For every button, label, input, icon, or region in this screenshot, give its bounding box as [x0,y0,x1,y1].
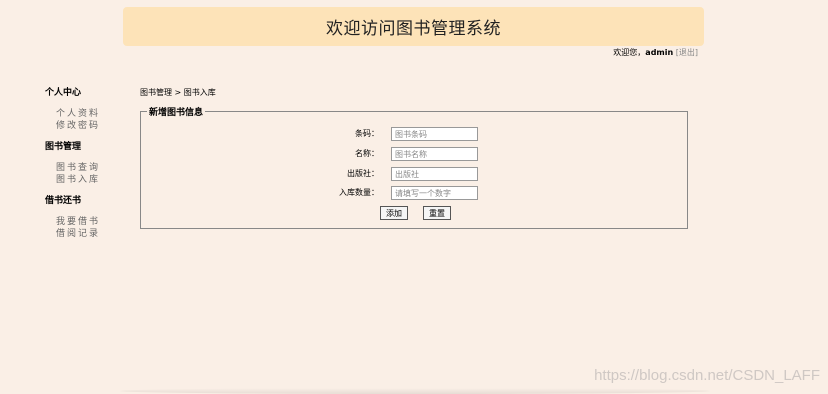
publisher-label: 出版社： [347,169,379,178]
username: admin [645,48,674,57]
publisher-input[interactable] [391,167,478,181]
title-label: 名称： [355,149,379,158]
sidebar-group-personal: 个人中心 个人资料 修改密码 [45,86,125,132]
sidebar-group-borrow: 借书还书 我要借书 借阅记录 [45,194,125,240]
form-row-barcode: 条码： [141,127,687,141]
reset-button[interactable]: 重置 [423,206,451,220]
welcome-bar: 欢迎您，admin [退出] [613,47,698,58]
breadcrumb: 图书管理 > 图书入库 [140,88,216,97]
form-row-quantity: 入库数量： [141,186,687,200]
bottom-shadow [120,388,710,394]
sidebar-item-book-search[interactable]: 图书查询 [45,162,125,174]
sidebar-item-book-stock-in[interactable]: 图书入库 [45,174,125,186]
barcode-input[interactable] [391,127,478,141]
watermark: https://blog.csdn.net/CSDN_LAFF [594,367,820,384]
sidebar: 个人中心 个人资料 修改密码 图书管理 图书查询 图书入库 借书还书 我要借书 … [45,86,125,248]
welcome-text: 欢迎您， [613,48,646,57]
sidebar-heading: 借书还书 [45,196,82,206]
page-header: 欢迎访问图书管理系统 [123,7,704,46]
add-book-form: 新增图书信息 条码： 名称： 出版社： 入库数量： 添加 重置 [140,105,688,229]
sidebar-group-books: 图书管理 图书查询 图书入库 [45,140,125,186]
sidebar-item-borrow-book[interactable]: 我要借书 [45,216,125,228]
app-title: 欢迎访问图书管理系统 [326,19,501,39]
logout-link[interactable]: [退出] [676,48,698,57]
title-input[interactable] [391,147,478,161]
barcode-label: 条码： [355,129,379,138]
sidebar-item-change-password[interactable]: 修改密码 [45,120,125,132]
quantity-label: 入库数量： [339,188,379,197]
sidebar-item-borrow-records[interactable]: 借阅记录 [45,228,125,240]
form-row-publisher: 出版社： [141,167,687,181]
add-button[interactable]: 添加 [380,206,408,220]
sidebar-heading: 个人中心 [45,88,82,98]
sidebar-heading: 图书管理 [45,142,82,152]
quantity-input[interactable] [391,186,478,200]
sidebar-item-profile[interactable]: 个人资料 [45,108,125,120]
form-row-title: 名称： [141,147,687,161]
form-legend: 新增图书信息 [147,105,206,118]
